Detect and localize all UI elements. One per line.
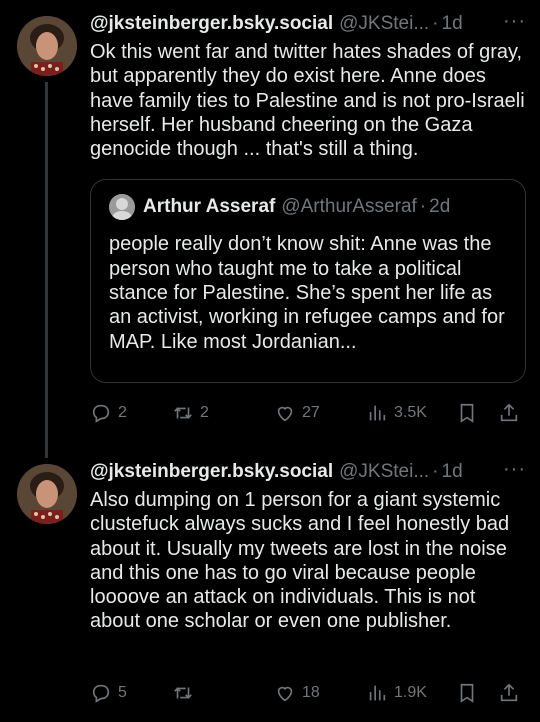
bookmark-button[interactable] xyxy=(456,680,478,706)
retweet-icon xyxy=(174,407,192,419)
more-options-icon[interactable]: ··· xyxy=(503,11,526,37)
timestamp[interactable]: 1d xyxy=(442,13,463,35)
like-button[interactable]: 27 xyxy=(274,400,320,426)
views-count: 1.9K xyxy=(394,684,427,701)
tweet[interactable]: @jksteinberger.bsky.social @JKStei... · … xyxy=(0,0,540,458)
thread-connector xyxy=(45,82,48,458)
timestamp[interactable]: 1d xyxy=(442,461,463,483)
share-icon xyxy=(500,683,518,702)
tweet-text: Ok this went far and twitter hates shade… xyxy=(90,41,525,161)
quoted-timestamp: 2d xyxy=(429,196,451,218)
author-avatar[interactable] xyxy=(17,464,77,524)
reply-count: 5 xyxy=(118,684,127,701)
like-button[interactable]: 18 xyxy=(274,680,320,706)
author-name[interactable]: @jksteinberger.bsky.social xyxy=(90,461,333,483)
share-icon xyxy=(500,403,518,422)
quoted-tweet[interactable]: Arthur Asseraf @ArthurAsseraf · 2d peopl… xyxy=(90,179,526,384)
separator-dot: · xyxy=(432,461,439,482)
retweet-button[interactable] xyxy=(172,680,200,706)
quoted-author-name: Arthur Asseraf xyxy=(143,196,276,218)
retweet-icon xyxy=(174,687,192,699)
heart-icon xyxy=(277,406,293,422)
quoted-tweet-text: people really don’t know shit: Anne was … xyxy=(109,233,505,353)
bookmark-button[interactable] xyxy=(456,400,478,426)
tweet[interactable]: @jksteinberger.bsky.social @JKStei... · … xyxy=(0,452,540,722)
retweet-count: 2 xyxy=(200,404,209,421)
author-name[interactable]: @jksteinberger.bsky.social xyxy=(90,13,333,35)
share-button[interactable] xyxy=(498,680,520,706)
tweet-header: @jksteinberger.bsky.social @JKStei... · … xyxy=(90,458,526,486)
heart-icon xyxy=(277,686,293,702)
like-count: 18 xyxy=(302,684,320,701)
more-options-icon[interactable]: ··· xyxy=(503,459,526,485)
quoted-author-handle: @ArthurAsseraf xyxy=(281,196,417,218)
separator-dot: · xyxy=(419,196,427,218)
views-button[interactable]: 3.5K xyxy=(366,400,427,426)
reply-button[interactable]: 5 xyxy=(90,680,127,706)
views-icon xyxy=(369,405,386,421)
reply-button[interactable]: 2 xyxy=(90,400,127,426)
reply-icon xyxy=(92,684,110,703)
bookmark-icon xyxy=(460,403,474,423)
action-bar: 5 18 1.9K xyxy=(90,680,520,706)
views-button[interactable]: 1.9K xyxy=(366,680,427,706)
author-handle[interactable]: @JKStei... xyxy=(339,13,429,35)
author-avatar[interactable] xyxy=(17,16,77,76)
tweet-header: @jksteinberger.bsky.social @JKStei... · … xyxy=(90,10,526,38)
reply-count: 2 xyxy=(118,404,127,421)
bookmark-icon xyxy=(460,683,474,703)
quoted-author-avatar xyxy=(109,194,135,221)
share-button[interactable] xyxy=(498,400,520,426)
views-count: 3.5K xyxy=(394,404,427,421)
separator-dot: · xyxy=(432,13,439,34)
like-count: 27 xyxy=(302,404,320,421)
tweet-text: Also dumping on 1 person for a giant sys… xyxy=(90,489,510,633)
author-handle[interactable]: @JKStei... xyxy=(339,461,429,483)
views-icon xyxy=(369,685,386,701)
retweet-button[interactable]: 2 xyxy=(172,400,209,426)
reply-icon xyxy=(92,404,110,423)
action-bar: 2 2 27 3.5K xyxy=(90,400,520,426)
